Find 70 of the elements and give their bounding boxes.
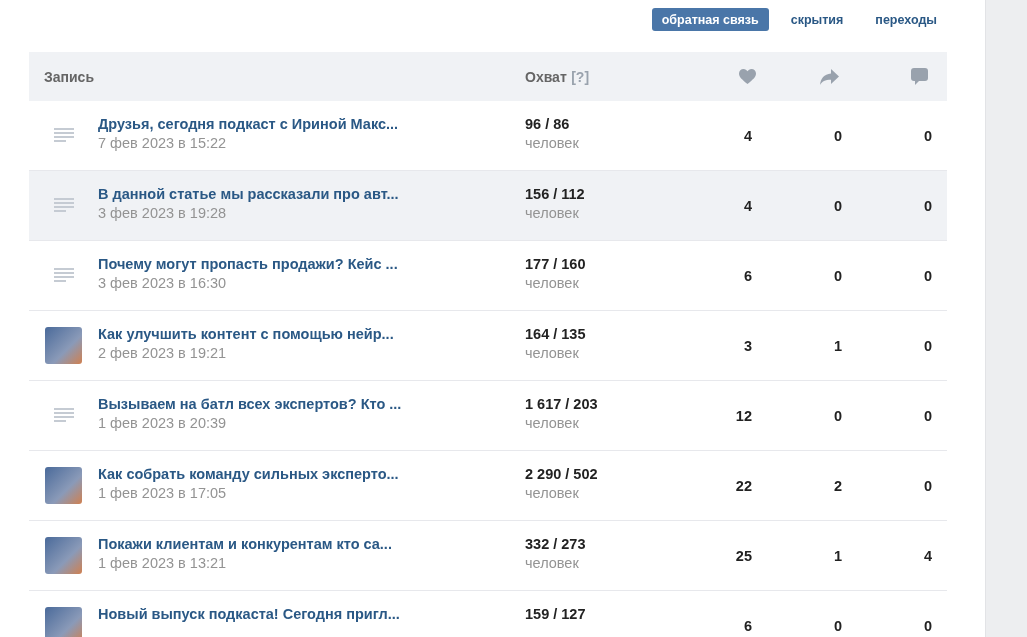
reach-count: 332 / 273 [525,536,586,552]
tab[interactable]: переходы [865,8,947,31]
reach-count: 2 290 / 502 [525,466,598,482]
post-title-link[interactable]: Вызываем на батл всех экспертов? Кто ... [98,396,402,412]
shares-count: 2 [833,477,842,494]
photo-placeholder [45,607,82,637]
post-date: 1 фев 2023 в 13:21 [98,555,227,571]
photo-placeholder [45,467,82,504]
shares-count: 1 [833,337,842,354]
likes-count: 12 [735,407,752,424]
post-title-link[interactable]: В данной статье мы рассказали про авт... [98,186,399,202]
comments-count: 0 [923,127,932,144]
reach-count: 156 / 112 [525,186,585,202]
shares-count: 1 [833,547,842,564]
text-post-icon [53,268,74,283]
post-title-link[interactable]: Почему могут пропасть продажи? Кейс ... [98,256,398,272]
post-title-link[interactable]: Новый выпуск подкаста! Сегодня пригл... [98,606,400,622]
tab[interactable]: обратная связь [651,8,769,31]
reach-unit: человек [525,555,579,571]
tab[interactable]: скрытия [780,8,854,31]
shares-count: 0 [833,617,842,634]
comment-icon [911,68,928,85]
heart-icon [739,69,756,84]
text-post-icon [53,198,74,213]
likes-count: 4 [743,127,752,144]
post-title-link[interactable]: Как улучшить контент с помощью нейр... [98,326,394,342]
comments-count: 0 [923,197,932,214]
post-title-link[interactable]: Как собрать команду сильных эксперто... [98,466,399,482]
text-post-icon [53,128,74,143]
comments-count: 0 [923,407,932,424]
likes-count: 6 [743,267,752,284]
photo-placeholder [45,537,82,574]
reach-unit: человек [525,345,579,361]
photo-placeholder [45,327,82,364]
comments-count: 0 [923,267,932,284]
likes-count: 6 [743,617,752,634]
text-post-icon [53,408,74,423]
shares-count: 0 [833,197,842,214]
reach-count: 1 617 / 203 [525,396,598,412]
reach-count: 164 / 135 [525,326,586,342]
comments-count: 0 [923,337,932,354]
post-date: 1 фев 2023 в 17:05 [98,485,227,501]
likes-count: 25 [735,547,752,564]
comments-count: 0 [923,617,932,634]
reach-unit: человек [525,275,579,291]
reach-unit: человек [525,135,579,151]
reach-count: 177 / 160 [525,256,586,272]
likes-count: 4 [743,197,752,214]
reach-unit: человек [525,205,579,221]
reach-count: 159 / 127 [525,606,586,622]
post-date: 3 фев 2023 в 19:28 [98,205,227,221]
reach-unit: человек [525,485,579,501]
column-header: Запись [44,68,94,85]
likes-count: 22 [735,477,752,494]
post-title-link[interactable]: Покажи клиентам и конкурентам кто са... [98,536,392,552]
likes-count: 3 [743,337,752,354]
shares-count: 0 [833,407,842,424]
post-date: 7 фев 2023 в 15:22 [98,135,227,151]
post-title-link[interactable]: Друзья, сегодня подкаст с Ириной Макс... [98,116,399,132]
post-date: 2 фев 2023 в 19:21 [98,345,227,361]
share-arrow-icon [820,68,839,85]
post-date: 3 фев 2023 в 16:30 [98,275,227,291]
shares-count: 0 [833,127,842,144]
reach-count: 96 / 86 [525,116,570,132]
shares-count: 0 [833,267,842,284]
column-header: Охват [525,68,567,85]
comments-count: 0 [923,477,932,494]
reach-unit: человек [525,415,579,431]
comments-count: 4 [923,547,932,564]
post-date: 1 фев 2023 в 20:39 [98,415,227,431]
